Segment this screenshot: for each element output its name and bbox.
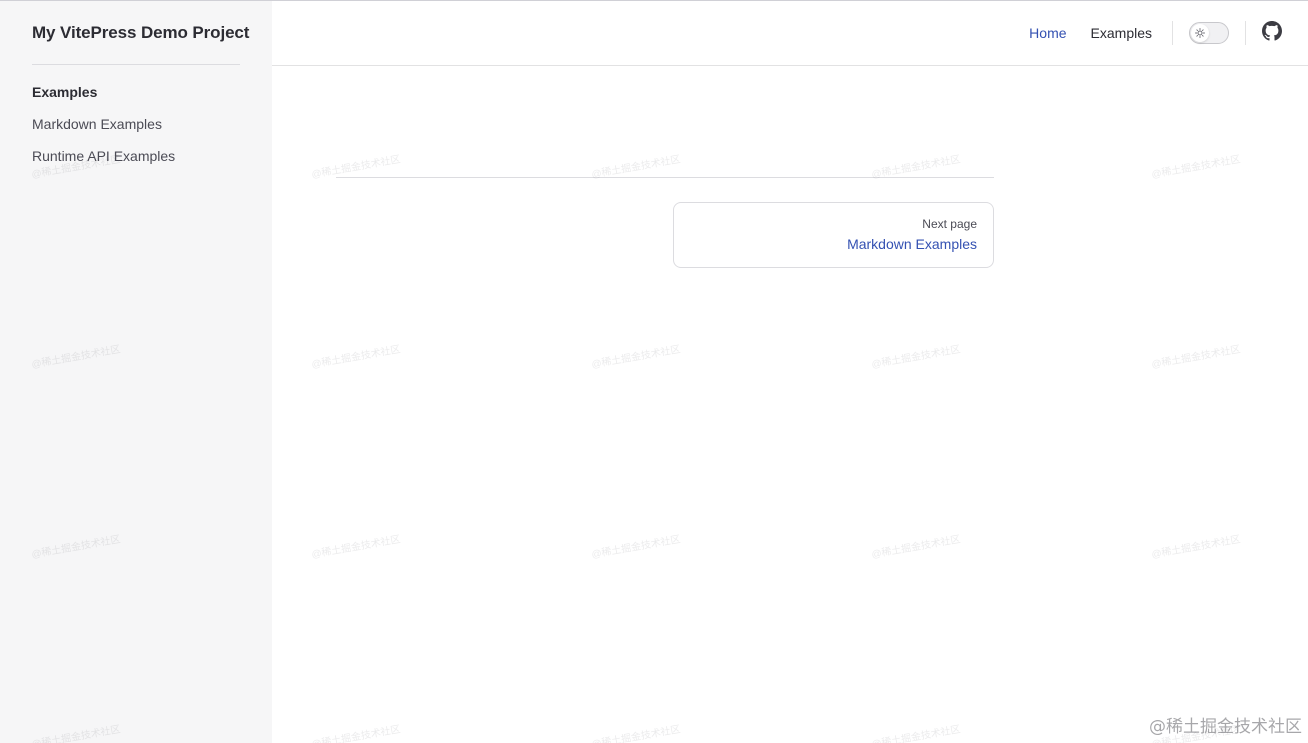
background-watermark: @稀土掘金技术社区 [310, 534, 402, 561]
background-watermark: @稀土掘金技术社区 [310, 344, 402, 371]
sun-icon [1191, 24, 1209, 42]
github-icon [1262, 20, 1282, 46]
background-watermark: @稀土掘金技术社区 [870, 724, 962, 743]
watermark-text: @稀土掘金技术社区 [1149, 717, 1302, 737]
next-page-title: Markdown Examples [847, 236, 977, 252]
background-watermark: @稀土掘金技术社区 [870, 534, 962, 561]
background-watermark: @稀土掘金技术社区 [590, 724, 682, 743]
nav-divider [1172, 21, 1173, 45]
background-watermark: @稀土掘金技术社区 [1150, 344, 1242, 371]
sidebar-nav: Examples Markdown Examples Runtime API E… [32, 82, 252, 166]
sidebar: My VitePress Demo Project Examples Markd… [0, 1, 272, 743]
sidebar-item-markdown-examples[interactable]: Markdown Examples [32, 114, 252, 134]
sidebar-group-title: Examples [32, 84, 98, 100]
nav-link-home[interactable]: Home [1017, 25, 1078, 41]
github-link[interactable] [1254, 15, 1290, 51]
top-navbar: Home Examples [272, 1, 1308, 66]
theme-toggle-switch[interactable] [1189, 22, 1229, 44]
background-watermark: @稀土掘金技术社区 [1150, 154, 1242, 181]
app-root: My VitePress Demo Project Examples Markd… [0, 0, 1308, 743]
background-watermark: @稀土掘金技术社区 [590, 534, 682, 561]
background-watermark: @稀土掘金技术社区 [870, 344, 962, 371]
nav-link-examples[interactable]: Examples [1079, 25, 1164, 41]
sidebar-item-runtime-api-examples[interactable]: Runtime API Examples [32, 146, 252, 166]
sidebar-divider [32, 64, 240, 65]
site-title[interactable]: My VitePress Demo Project [32, 23, 249, 43]
nav-divider-2 [1245, 21, 1246, 45]
next-page-card[interactable]: Next page Markdown Examples [673, 202, 994, 268]
next-page-label: Next page [922, 217, 977, 231]
nav-links: Home Examples [1017, 1, 1308, 65]
background-watermark: @稀土掘金技术社区 [1150, 534, 1242, 561]
content-divider [336, 177, 994, 178]
background-watermark: @稀土掘金技术社区 [590, 344, 682, 371]
background-watermark: @稀土掘金技术社区 [310, 724, 402, 743]
